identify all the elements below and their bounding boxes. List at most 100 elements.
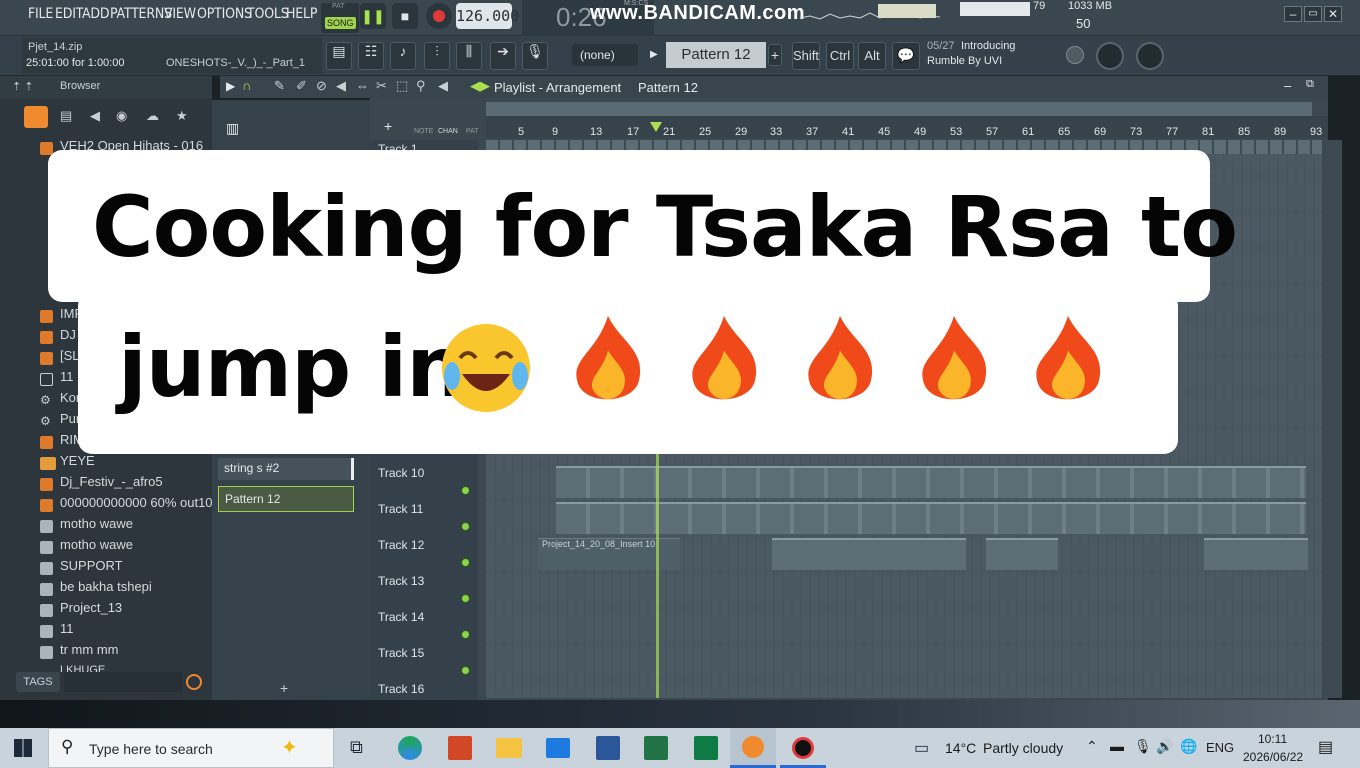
mic-icon[interactable]: 🎙 bbox=[522, 42, 548, 70]
excel-icon[interactable] bbox=[644, 736, 668, 760]
playback-icon[interactable]: ◀ bbox=[438, 78, 448, 94]
play-arrow-icon[interactable]: ▶ bbox=[226, 79, 235, 93]
track-label[interactable]: Track 12 bbox=[378, 538, 424, 552]
add-pattern-button[interactable]: + bbox=[768, 44, 782, 66]
slice-icon[interactable]: ✂ bbox=[376, 78, 387, 94]
chat-icon[interactable]: 💬 bbox=[892, 42, 920, 70]
usb-icon[interactable]: ▬ bbox=[1110, 738, 1124, 754]
playhead-marker[interactable] bbox=[650, 122, 662, 132]
browser-item[interactable]: Dj_Festiv_-_afro5 bbox=[60, 474, 163, 489]
news-title[interactable]: Introducing bbox=[961, 40, 1015, 52]
browser-item[interactable]: LKHUGE bbox=[60, 664, 105, 672]
plugin-button[interactable]: ⫼ bbox=[456, 42, 482, 70]
track-label[interactable]: Track 10 bbox=[378, 466, 424, 480]
playlist-maximize[interactable]: ⧉ bbox=[1306, 78, 1314, 91]
pause-button[interactable]: ❚❚ bbox=[360, 3, 386, 29]
tray-chevron-icon[interactable]: ⌃ bbox=[1086, 738, 1098, 755]
volume-icon[interactable]: 🔊 bbox=[1156, 738, 1173, 755]
playlist-scrollbar[interactable] bbox=[486, 102, 1312, 116]
file-explorer-icon[interactable] bbox=[496, 738, 522, 758]
clip-track-12b[interactable] bbox=[772, 538, 966, 570]
pat-song-toggle[interactable]: PAT SONG bbox=[321, 3, 359, 33]
piano-icon[interactable]: ▥ bbox=[226, 120, 239, 137]
search-icon[interactable] bbox=[186, 674, 202, 690]
publisher-icon[interactable] bbox=[694, 736, 718, 760]
microphone-icon[interactable]: 🎙 bbox=[1134, 738, 1152, 755]
arrow-button[interactable]: ➔ bbox=[490, 42, 516, 70]
weather-icon[interactable]: ▭ bbox=[914, 738, 929, 758]
clock-time[interactable]: 10:11 bbox=[1258, 732, 1287, 746]
master-pitch-knob[interactable] bbox=[1136, 42, 1164, 70]
browser-item[interactable]: DJ bbox=[60, 327, 76, 342]
shift-button[interactable]: Shift bbox=[792, 42, 820, 70]
browser-item[interactable]: 11 bbox=[60, 369, 74, 384]
ctrl-button[interactable]: Ctrl bbox=[826, 42, 854, 70]
fl-studio-taskbar-button[interactable] bbox=[730, 728, 776, 768]
browser-item[interactable]: YEYE bbox=[60, 453, 95, 468]
powerpoint-icon[interactable] bbox=[448, 736, 472, 760]
pattern-selector[interactable]: (none) bbox=[572, 44, 638, 66]
record-button[interactable] bbox=[426, 3, 452, 29]
add-track-icon[interactable]: + bbox=[384, 118, 392, 134]
tags-button[interactable]: TAGS bbox=[16, 672, 60, 692]
playlist-minimize[interactable]: – bbox=[1284, 78, 1291, 93]
news-subtitle[interactable]: Rumble By UVI bbox=[927, 55, 1002, 67]
star-icon[interactable]: ★ bbox=[176, 108, 188, 124]
browser-item[interactable]: be bakha tshepi bbox=[60, 579, 152, 594]
track-label[interactable]: Track 16 bbox=[378, 682, 424, 696]
menu-help[interactable]: HELP bbox=[286, 6, 317, 22]
edge-icon[interactable] bbox=[398, 736, 422, 760]
paint-icon[interactable]: ✐ bbox=[296, 78, 307, 94]
language-indicator[interactable]: ENG bbox=[1206, 740, 1234, 755]
channel-item[interactable]: string s #2 bbox=[218, 458, 354, 480]
mute-icon[interactable]: ◀ bbox=[336, 78, 346, 94]
vertical-scrollbar[interactable] bbox=[1326, 140, 1342, 698]
track-label[interactable]: Track 14 bbox=[378, 610, 424, 624]
clip-track-10[interactable] bbox=[556, 466, 1306, 498]
notification-icon[interactable]: ▤ bbox=[1318, 737, 1333, 757]
minimize-button[interactable]: – bbox=[1284, 6, 1302, 22]
select-icon[interactable]: ⬚ bbox=[396, 78, 408, 94]
all-filter-icon[interactable] bbox=[24, 106, 48, 128]
pattern-item-selected[interactable]: Pattern 12 bbox=[218, 486, 354, 512]
mixer-button[interactable]: ⫶ bbox=[424, 42, 450, 70]
speaker-icon[interactable]: ◀ bbox=[90, 108, 100, 124]
slip-icon[interactable]: ⇔ bbox=[356, 78, 369, 93]
browser-item[interactable]: 000000000000 60% out10% bbox=[60, 495, 224, 510]
clock-date[interactable]: 2026/06/22 bbox=[1243, 750, 1303, 764]
clip-track-11[interactable] bbox=[556, 502, 1306, 534]
tempo-display[interactable]: 126.000 bbox=[456, 3, 519, 29]
menu-options[interactable]: OPTIONS bbox=[197, 6, 252, 22]
plugin-icon[interactable]: ◉ bbox=[116, 108, 127, 124]
alt-button[interactable]: Alt bbox=[858, 42, 886, 70]
clip-track-12c[interactable] bbox=[986, 538, 1058, 570]
file-icon[interactable]: ▤ bbox=[60, 108, 72, 124]
cloud-icon[interactable]: ☁ bbox=[146, 108, 159, 124]
browser-item[interactable]: Project_13 bbox=[60, 600, 122, 615]
browser-item[interactable]: [SL bbox=[60, 348, 80, 363]
zoom-icon[interactable]: ⚲ bbox=[416, 78, 426, 94]
browser-item[interactable]: motho wawe bbox=[60, 537, 133, 552]
close-button[interactable]: ✕ bbox=[1324, 6, 1342, 22]
piano-roll-button[interactable]: ♪ bbox=[390, 42, 416, 70]
bandicam-taskbar-button[interactable] bbox=[780, 728, 826, 768]
browser-arrows-icon[interactable]: ⇡ ⇡ bbox=[12, 80, 34, 93]
browser-item[interactable]: motho wawe bbox=[60, 516, 133, 531]
track-label[interactable]: Track 13 bbox=[378, 574, 424, 588]
task-view-icon[interactable]: ⧉ bbox=[350, 737, 363, 758]
network-globe-icon[interactable]: 🌐 bbox=[1180, 738, 1197, 755]
windows-start-icon[interactable] bbox=[14, 739, 32, 757]
clip-track-12d[interactable] bbox=[1204, 538, 1308, 570]
menu-tools[interactable]: TOOLS bbox=[247, 6, 289, 22]
weather-description[interactable]: Partly cloudy bbox=[983, 740, 1063, 756]
stop-button[interactable]: ■ bbox=[392, 3, 418, 29]
browser-item[interactable]: tr mm mm bbox=[60, 642, 118, 657]
track-label[interactable]: Track 11 bbox=[378, 502, 423, 516]
browser-item[interactable]: 11 bbox=[60, 621, 74, 636]
globe-icon[interactable] bbox=[1066, 46, 1084, 64]
menu-view[interactable]: VIEW bbox=[164, 6, 196, 22]
mail-icon[interactable] bbox=[546, 738, 570, 758]
pattern-prev-arrow[interactable]: ▶ bbox=[650, 44, 662, 66]
menu-edit[interactable]: EDIT bbox=[55, 6, 83, 22]
track-label[interactable]: Track 15 bbox=[378, 646, 424, 660]
